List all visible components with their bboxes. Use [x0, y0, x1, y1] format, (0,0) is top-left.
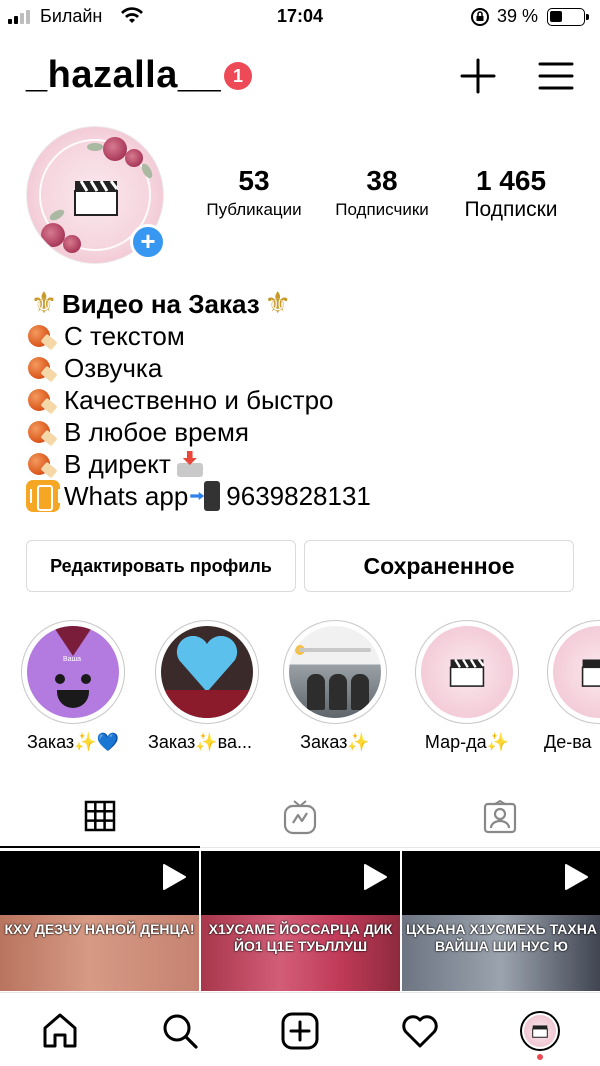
highlight-item[interactable]: Заказ✨ва... — [148, 620, 262, 753]
posts-label: Публикации — [206, 200, 302, 219]
profile-avatar-small — [520, 1011, 560, 1051]
new-post-icon — [281, 1012, 319, 1050]
posts-stat[interactable]: 53 Публикации — [196, 164, 312, 222]
followers-stat[interactable]: 38 Подписчики — [324, 164, 440, 222]
highlight-cover — [161, 626, 253, 718]
highlight-label: Мар-да✨ — [424, 732, 510, 752]
post-caption: ЦХЬАНА Х1УСМЕХЬ ТАХНА ВАЙША ШИ НУС Ю — [406, 921, 597, 954]
profile-header: _hazalla__ 1 — [0, 50, 600, 106]
highlight-label: Де-ва — [544, 732, 592, 752]
following-count: 1 465 — [475, 165, 547, 196]
video-play-icon — [565, 864, 588, 890]
bio-title-line: ⚜ Видео на Заказ ⚜ — [26, 288, 586, 320]
bio-line: С текстом — [26, 320, 586, 352]
highlight-cover — [421, 626, 513, 718]
posts-grid: КХУ ДЕЗЧУ НАНОЙ ДЕНЦА! Х1УСАМЕ ЙОССАРЦА … — [0, 851, 600, 991]
post-thumbnail[interactable]: Х1УСАМЕ ЙОССАРЦА ДИК ЙО1 Ц1Е ТУЬЛЛУШ — [201, 851, 400, 991]
highlight-label: Заказ✨💙 — [26, 732, 120, 752]
fleur-de-lis-icon: ⚜ — [264, 287, 292, 320]
status-bar: Билайн 17:04 39 % — [0, 0, 600, 36]
profile-avatar[interactable]: + — [26, 126, 166, 264]
post-thumbnail[interactable]: ЦХЬАНА Х1УСМЕХЬ ТАХНА ВАЙША ШИ НУС Ю — [402, 851, 600, 991]
add-story-button[interactable]: + — [130, 224, 166, 260]
bio-phone-number[interactable]: 9639828131 — [226, 480, 371, 512]
bio-line-text: С текстом — [64, 321, 185, 351]
saved-button[interactable]: Сохраненное — [304, 540, 574, 592]
home-icon — [43, 1013, 77, 1048]
fleur-de-lis-icon: ⚜ — [30, 287, 58, 320]
bio-line-text: В директ — [64, 449, 171, 479]
edit-profile-button[interactable]: Редактировать профиль — [26, 540, 296, 592]
story-highlights: Ваша Заказ✨💙 Заказ✨ва... Заказ✨ Мар-да✨ — [0, 620, 600, 760]
ice-cream-icon — [26, 449, 58, 479]
bio-title: Видео на Заказ — [62, 289, 260, 319]
post-caption: КХУ ДЕЗЧУ НАНОЙ ДЕНЦА! — [4, 921, 195, 937]
plus-icon[interactable] — [458, 56, 498, 96]
video-play-icon — [163, 864, 186, 890]
nav-activity[interactable] — [398, 1009, 442, 1053]
heart-icon — [402, 1015, 438, 1048]
clapperboard-icon — [532, 1025, 548, 1038]
posts-count: 53 — [238, 165, 270, 196]
bio-line: Качественно и быстро — [26, 384, 586, 416]
nav-search[interactable] — [158, 1009, 202, 1053]
following-label: Подписки — [464, 198, 558, 221]
bio-line: В любое время — [26, 416, 586, 448]
video-play-icon — [364, 864, 387, 890]
bio-line-text: В любое время — [64, 417, 249, 447]
battery-percent: 39 % — [497, 6, 539, 26]
vibration-mode-icon — [26, 480, 60, 512]
nav-home[interactable] — [38, 1009, 82, 1053]
rotation-lock-icon — [471, 8, 489, 26]
followers-count: 38 — [366, 165, 398, 196]
following-stat[interactable]: 1 465 Подписки — [452, 164, 570, 222]
highlight-item[interactable]: Мар-да✨ — [412, 620, 522, 753]
clapperboard-icon — [74, 180, 119, 216]
nav-profile[interactable] — [518, 1009, 562, 1053]
clapperboard-icon — [581, 659, 600, 687]
highlight-item[interactable]: Заказ✨ — [280, 620, 390, 753]
battery-icon — [547, 8, 589, 26]
ice-cream-icon — [26, 417, 58, 447]
tab-tagged[interactable] — [400, 786, 600, 848]
notification-dot — [537, 1054, 543, 1060]
notification-badge[interactable]: 1 — [224, 62, 252, 90]
igtv-icon — [283, 800, 317, 835]
ice-cream-icon — [26, 385, 58, 415]
bottom-navigation — [0, 992, 600, 1066]
menu-icon[interactable] — [536, 56, 576, 96]
nav-new-post[interactable] — [278, 1009, 322, 1053]
highlight-cover: Ваша — [27, 626, 119, 718]
followers-label: Подписчики — [335, 200, 429, 219]
highlight-item[interactable]: Ваша Заказ✨💙 — [18, 620, 128, 753]
ice-cream-icon — [26, 353, 58, 383]
highlight-label: Заказ✨ва... — [148, 732, 253, 752]
highlight-item[interactable]: Де-ва — [544, 620, 600, 753]
bio-line-text: Качественно и быстро — [64, 385, 334, 415]
ice-cream-icon — [26, 321, 58, 351]
tab-grid[interactable] — [0, 786, 200, 848]
search-icon — [163, 1014, 198, 1049]
post-thumbnail[interactable]: КХУ ДЕЗЧУ НАНОЙ ДЕНЦА! — [0, 851, 199, 991]
bio-line: Озвучка — [26, 352, 586, 384]
clapperboard-icon — [449, 658, 485, 687]
phone-arrow-icon — [190, 480, 224, 512]
highlight-cover — [553, 626, 600, 718]
post-caption: Х1УСАМЕ ЙОССАРЦА ДИК ЙО1 Ц1Е ТУЬЛЛУШ — [208, 921, 393, 954]
tab-igtv[interactable] — [200, 786, 400, 848]
tagged-icon — [483, 800, 517, 834]
username[interactable]: _hazalla__ — [26, 54, 221, 97]
highlight-label: Заказ✨ — [300, 732, 370, 752]
profile-tabs — [0, 786, 600, 848]
bio-line-text: Озвучка — [64, 353, 163, 383]
bio-line: В директ — [26, 448, 586, 480]
profile-bio: ⚜ Видео на Заказ ⚜ С текстом Озвучка Кач… — [26, 288, 586, 512]
bio-contact-line: Whats app 9639828131 — [26, 480, 586, 512]
grid-icon — [84, 800, 116, 832]
highlight-cover — [289, 626, 381, 718]
bio-whatsapp-label: Whats app — [64, 481, 189, 511]
inbox-tray-icon — [173, 449, 207, 479]
